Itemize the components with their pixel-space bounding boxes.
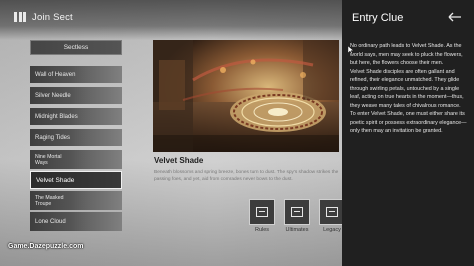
sect-thumbnail [72,191,122,210]
entry-clue-panel: Entry Clue No ordinary path leads to Vel… [342,0,474,266]
sect-thumbnail [72,150,122,169]
sect-thumbnail [72,108,122,125]
sect-item-label: Sectless [63,44,89,51]
sect-item-label: Silver Needle [35,92,71,99]
mouse-cursor-icon [348,46,354,54]
watermark: Game.Dazepuzzle.com [8,243,84,250]
legacy-icon [326,207,338,217]
rules-label: Rules [254,227,270,233]
sect-item-sectless[interactable]: Sectless [30,40,122,55]
back-arrow-icon[interactable] [448,12,462,22]
rules-button[interactable] [249,199,275,225]
sect-item-label: Raging Tides [35,134,71,141]
entry-clue-paragraph: Velvet Shade disciples are often gallant… [350,68,464,109]
entry-clue-text: No ordinary path leads to Velvet Shade. … [350,42,468,136]
sect-item-the-masked-troupe[interactable]: The Masked Troupe [30,191,122,210]
sect-item-label: The Masked Troupe [35,194,64,207]
sect-thumbnail [72,66,122,83]
sect-thumbnail [72,129,122,146]
top-bar: Join Sect [0,0,340,34]
sect-item-lone-cloud[interactable]: Lone Cloud [30,212,122,231]
sect-thumbnail [72,212,122,231]
ultimates-label: Ultimates [285,227,309,233]
sect-item-raging-tides[interactable]: Raging Tides [30,129,122,146]
rules-icon [256,207,268,217]
entry-clue-paragraph: To enter Velvet Shade, one must either s… [350,111,467,135]
sect-item-label: Wall of Heaven [35,71,76,78]
sect-description: Beneath blossoms and spring breeze, bone… [154,170,339,183]
sect-item-label: Lone Cloud [35,218,66,225]
sect-name: Velvet Shade [154,156,204,165]
sect-item-nine-mortal-ways[interactable]: Nine Mortal Ways [30,150,122,169]
sect-item-velvet-shade[interactable]: Velvet Shade [30,171,122,189]
sect-item-silver-needle[interactable]: Silver Needle [30,87,122,104]
entry-clue-paragraph: No ordinary path leads to Velvet Shade. … [350,43,463,67]
entry-clue-title: Entry Clue [352,12,404,24]
ultimates-button[interactable] [284,199,310,225]
sect-item-label: Nine Mortal Ways [35,153,62,166]
sect-item-wall-of-heaven[interactable]: Wall of Heaven [30,66,122,83]
menu-icon[interactable] [14,12,26,22]
page-title: Join Sect [32,11,73,23]
sect-thumbnail [72,87,122,104]
ultimates-icon [291,207,303,217]
sect-item-label: Velvet Shade [36,176,75,184]
sect-item-midnight-blades[interactable]: Midnight Blades [30,108,122,125]
sect-item-label: Midnight Blades [35,113,78,120]
sect-preview-image [153,40,339,152]
